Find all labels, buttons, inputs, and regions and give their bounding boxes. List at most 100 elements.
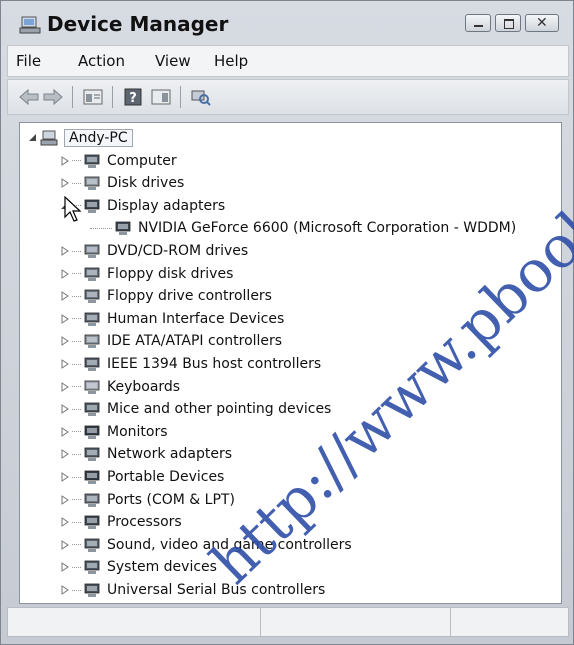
monitor-icon	[84, 425, 100, 439]
tree-category[interactable]: Computer	[60, 150, 177, 172]
port-icon	[84, 493, 100, 507]
computer-icon	[84, 154, 100, 168]
window-title: Device Manager	[47, 12, 229, 36]
tree-category-label: Mice and other pointing devices	[107, 401, 332, 418]
status-segment-2	[260, 608, 451, 636]
processor-icon	[84, 515, 100, 530]
tree-category-label: Sound, video and game controllers	[107, 536, 352, 553]
keyboard-icon	[84, 380, 100, 394]
tree-category-label: Network adapters	[107, 446, 232, 463]
network-adapter-icon	[84, 447, 100, 462]
tree-device[interactable]: NVIDIA GeForce 6600 (Microsoft Corporati…	[90, 217, 516, 239]
tree-category-label: Disk drives	[107, 175, 185, 192]
toolbar: ?	[7, 79, 569, 115]
dvd-drive-icon	[84, 244, 100, 258]
expand-arrow-icon[interactable]	[60, 359, 70, 369]
tree-category[interactable]: Network adapters	[60, 443, 232, 465]
expand-arrow-icon[interactable]	[60, 291, 70, 302]
tree-category[interactable]: Human Interface Devices	[60, 308, 284, 330]
portable-device-icon	[84, 470, 100, 484]
tree-category[interactable]: Floppy drive controllers	[60, 285, 272, 307]
floppy-drive-icon	[84, 267, 100, 281]
expand-arrow-icon[interactable]	[60, 449, 70, 460]
minimize-button[interactable]	[465, 14, 491, 32]
tree-category[interactable]: Monitors	[60, 421, 168, 443]
expand-arrow-icon[interactable]	[60, 494, 70, 505]
expand-arrow-icon[interactable]	[60, 426, 70, 437]
expand-arrow-icon[interactable]	[60, 155, 70, 166]
tree-root[interactable]: Andy-PC	[28, 127, 133, 149]
tree-category[interactable]: IEEE 1394 Bus host controllers	[60, 353, 321, 375]
device-tree[interactable]: Andy-PC Computer Disk drives Display adapt…	[19, 122, 562, 604]
tree-category[interactable]: Sound, video and game controllers	[60, 534, 352, 556]
tree-category-label: Portable Devices	[107, 469, 225, 485]
tree-category[interactable]: Disk drives	[60, 172, 184, 194]
disk-drive-icon	[84, 176, 100, 191]
menu-view[interactable]: View	[155, 52, 191, 70]
menu-file[interactable]: File	[16, 52, 41, 70]
tree-category[interactable]: IDE ATA/ATAPI controllers	[60, 330, 282, 352]
ide-controller-icon	[84, 334, 100, 349]
tree-category-label: System devices	[107, 559, 217, 576]
display-adapter-icon	[115, 221, 131, 236]
system-device-icon	[84, 560, 100, 575]
tree-category-label: Human Interface Devices	[107, 310, 285, 327]
expand-arrow-icon[interactable]	[60, 562, 70, 573]
expand-arrow-icon[interactable]	[60, 381, 70, 392]
tree-category[interactable]: Portable Devices	[60, 466, 224, 488]
tree-category-label: Universal Serial Bus controllers	[107, 582, 326, 598]
sound-icon	[84, 538, 100, 552]
device-manager-icon	[19, 16, 41, 34]
maximize-button[interactable]	[495, 14, 521, 32]
tree-category[interactable]: DVD/CD-ROM drives	[60, 240, 248, 262]
close-button[interactable]: ✕	[525, 14, 559, 32]
collapse-arrow-icon[interactable]	[28, 133, 38, 143]
properties-icon[interactable]	[82, 87, 104, 107]
tree-category[interactable]: Floppy disk drives	[60, 263, 233, 285]
tree-category[interactable]: System devices	[60, 556, 217, 578]
status-segment-3	[450, 608, 568, 636]
help-icon[interactable]: ?	[122, 87, 144, 107]
svg-text:?: ?	[129, 91, 137, 106]
tree-category-label: Ports (COM & LPT)	[107, 491, 235, 508]
display-adapter-icon	[84, 199, 100, 213]
menu-action[interactable]: Action	[78, 52, 125, 70]
mouse-cursor-icon	[64, 196, 82, 222]
tree-category-label: Keyboards	[107, 378, 181, 395]
expand-arrow-icon[interactable]	[60, 336, 70, 347]
expand-arrow-icon[interactable]	[60, 268, 70, 279]
expand-arrow-icon[interactable]	[60, 517, 70, 528]
expand-arrow-icon[interactable]	[60, 246, 70, 256]
tree-category-label: Monitors	[107, 423, 168, 440]
tree-category-label: Display adapters	[107, 197, 226, 214]
tree-category-label: Computer	[107, 152, 177, 169]
tree-category[interactable]: Display adapters	[60, 195, 225, 217]
scan-hardware-changes-icon[interactable]	[190, 87, 212, 107]
expand-arrow-icon[interactable]	[60, 585, 70, 595]
tree-category-label: IEEE 1394 Bus host controllers	[107, 356, 322, 372]
tree-category-label: Floppy disk drives	[107, 265, 234, 282]
tree-category[interactable]: Processors	[60, 511, 182, 533]
tree-device-label: NVIDIA GeForce 6600 (Microsoft Corporati…	[138, 220, 517, 237]
expand-arrow-icon[interactable]	[60, 313, 70, 324]
hid-icon	[84, 312, 100, 326]
tree-category[interactable]: Universal Serial Bus controllers	[60, 579, 325, 601]
status-bar	[7, 607, 569, 637]
tree-category-label: DVD/CD-ROM drives	[107, 243, 249, 259]
expand-arrow-icon[interactable]	[60, 178, 70, 189]
tree-category[interactable]: Ports (COM & LPT)	[60, 489, 235, 511]
mouse-icon	[84, 402, 100, 417]
tree-category[interactable]: Mice and other pointing devices	[60, 398, 331, 420]
title-bar[interactable]: Device Manager ✕	[1, 1, 573, 41]
show-hide-console-tree-icon[interactable]	[150, 87, 172, 107]
back-icon[interactable]	[18, 87, 40, 107]
menu-help[interactable]: Help	[214, 52, 248, 70]
expand-arrow-icon[interactable]	[60, 404, 70, 415]
tree-root-label: Andy-PC	[64, 129, 133, 147]
forward-icon[interactable]	[42, 87, 64, 107]
expand-arrow-icon[interactable]	[60, 472, 70, 482]
tree-category-label: IDE ATA/ATAPI controllers	[107, 333, 283, 350]
expand-arrow-icon[interactable]	[60, 539, 70, 550]
menu-bar: File Action View Help	[7, 45, 569, 77]
tree-category[interactable]: Keyboards	[60, 376, 180, 398]
